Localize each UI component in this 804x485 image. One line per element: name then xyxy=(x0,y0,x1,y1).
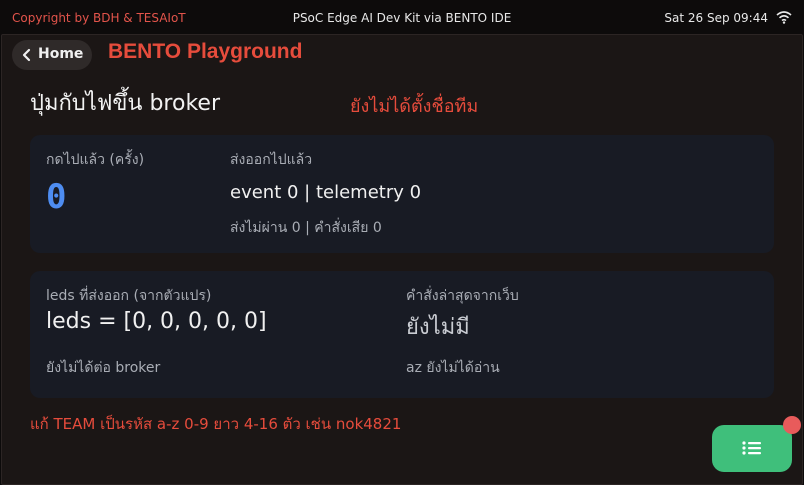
leds-value: leds = [0, 0, 0, 0, 0] xyxy=(46,309,267,334)
web-command-label: คำสั่งล่าสุดจากเว็บ xyxy=(406,288,519,304)
failed-summary: ส่งไม่ผ่าน 0 | คำสั่งเสีย 0 xyxy=(230,220,382,236)
pressed-count: 0 xyxy=(46,177,67,217)
az-status: az ยังไม่ได้อ่าน xyxy=(406,360,500,376)
chevron-left-icon xyxy=(22,48,31,62)
pressed-count-label: กดไปแล้ว (ครั้ง) xyxy=(46,152,145,168)
home-label: Home xyxy=(38,46,84,62)
clock: Sat 26 Sep 09:44 xyxy=(664,11,768,25)
sent-label: ส่งออกไปแล้ว xyxy=(230,152,313,168)
team-hint: แก้ TEAM เป็นรหัส a-z 0-9 ยาว 4-16 ตัว เ… xyxy=(30,415,402,433)
sent-summary: event 0 | telemetry 0 xyxy=(230,182,422,203)
page-title: ปุ่มกับไฟขึ้น broker xyxy=(30,91,220,116)
status-bar: Copyright by BDH & TESAIoT PSoC Edge AI … xyxy=(0,0,804,34)
notification-badge xyxy=(783,416,801,434)
home-button[interactable]: Home xyxy=(12,40,92,70)
press-stats-card: กดไปแล้ว (ครั้ง) 0 ส่งออกไปแล้ว event 0 … xyxy=(30,135,774,253)
web-command-value: ยังไม่มี xyxy=(406,315,470,340)
list-icon xyxy=(742,441,761,455)
app-title: BENTO Playground xyxy=(108,40,303,63)
team-warning: ยังไม่ได้ตั้งชื่อทีม xyxy=(350,96,479,117)
leds-label: leds ที่ส่งออก (จากตัวแปร) xyxy=(46,288,212,304)
menu-fab-button[interactable] xyxy=(712,425,792,472)
wifi-icon xyxy=(776,11,792,24)
led-status-card: leds ที่ส่งออก (จากตัวแปร) leds = [0, 0,… xyxy=(30,271,774,398)
broker-status: ยังไม่ได้ต่อ broker xyxy=(46,360,161,376)
